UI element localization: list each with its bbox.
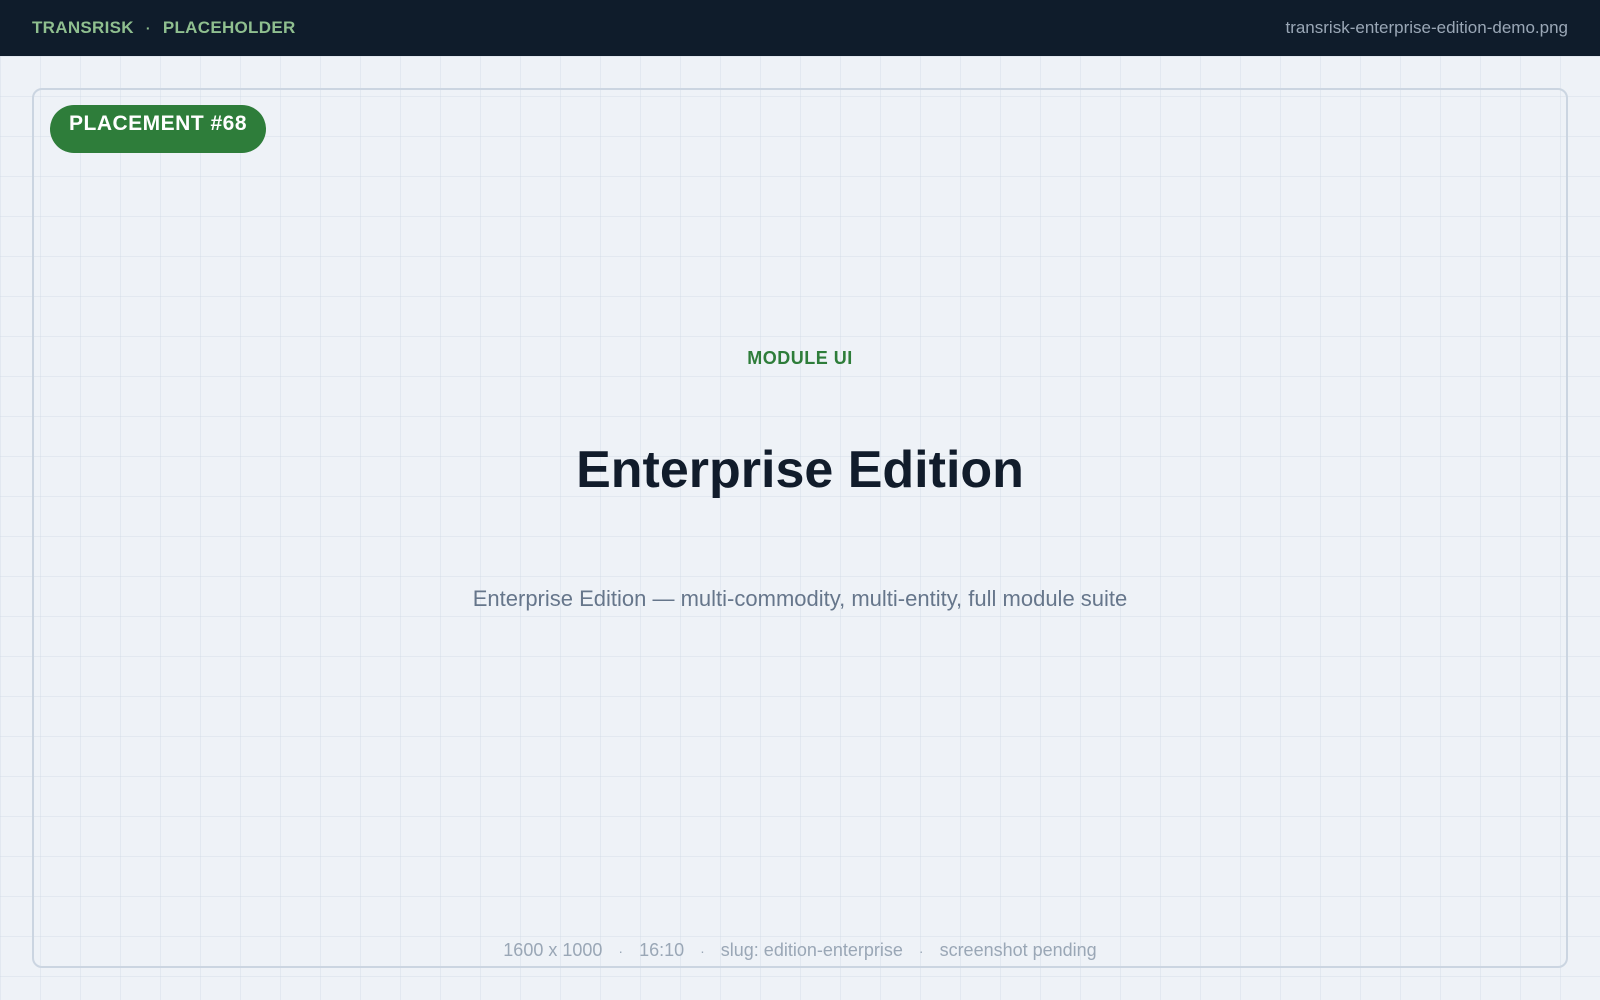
file-name: transrisk-enterprise-edition-demo.png (1285, 18, 1568, 37)
page-subtitle: Enterprise Edition — multi-commodity, mu… (472, 586, 1128, 611)
meta-info: 1600 x 1000 · 16:10 · slug: edition-ente… (0, 940, 1600, 961)
module-eyebrow: MODULE UI (747, 348, 853, 368)
meta-separator: · (618, 942, 624, 959)
brand-breadcrumb: TRANSRISK · PLACEHOLDER (32, 18, 296, 38)
placement-badge: PLACEMENT #68 (50, 105, 267, 153)
meta-separator: · (700, 942, 705, 959)
page-title: Enterprise Edition (576, 441, 1024, 499)
placeholder-frame (32, 88, 1568, 968)
meta-slug: slug: edition-enterprise (720, 940, 903, 960)
meta-dimensions: 1600 x 1000 (503, 940, 603, 960)
meta-status: screenshot pending (939, 940, 1097, 960)
meta-aspect: 16:10 (639, 940, 685, 960)
brand-separator: · (145, 20, 151, 36)
section-name: PLACEHOLDER (162, 18, 296, 37)
top-bar: TRANSRISK · PLACEHOLDER transrisk-enterp… (0, 0, 1600, 56)
meta-separator: · (918, 942, 924, 959)
placement-badge-label: PLACEMENT #68 (69, 112, 248, 135)
brand-name: TRANSRISK (32, 18, 134, 37)
